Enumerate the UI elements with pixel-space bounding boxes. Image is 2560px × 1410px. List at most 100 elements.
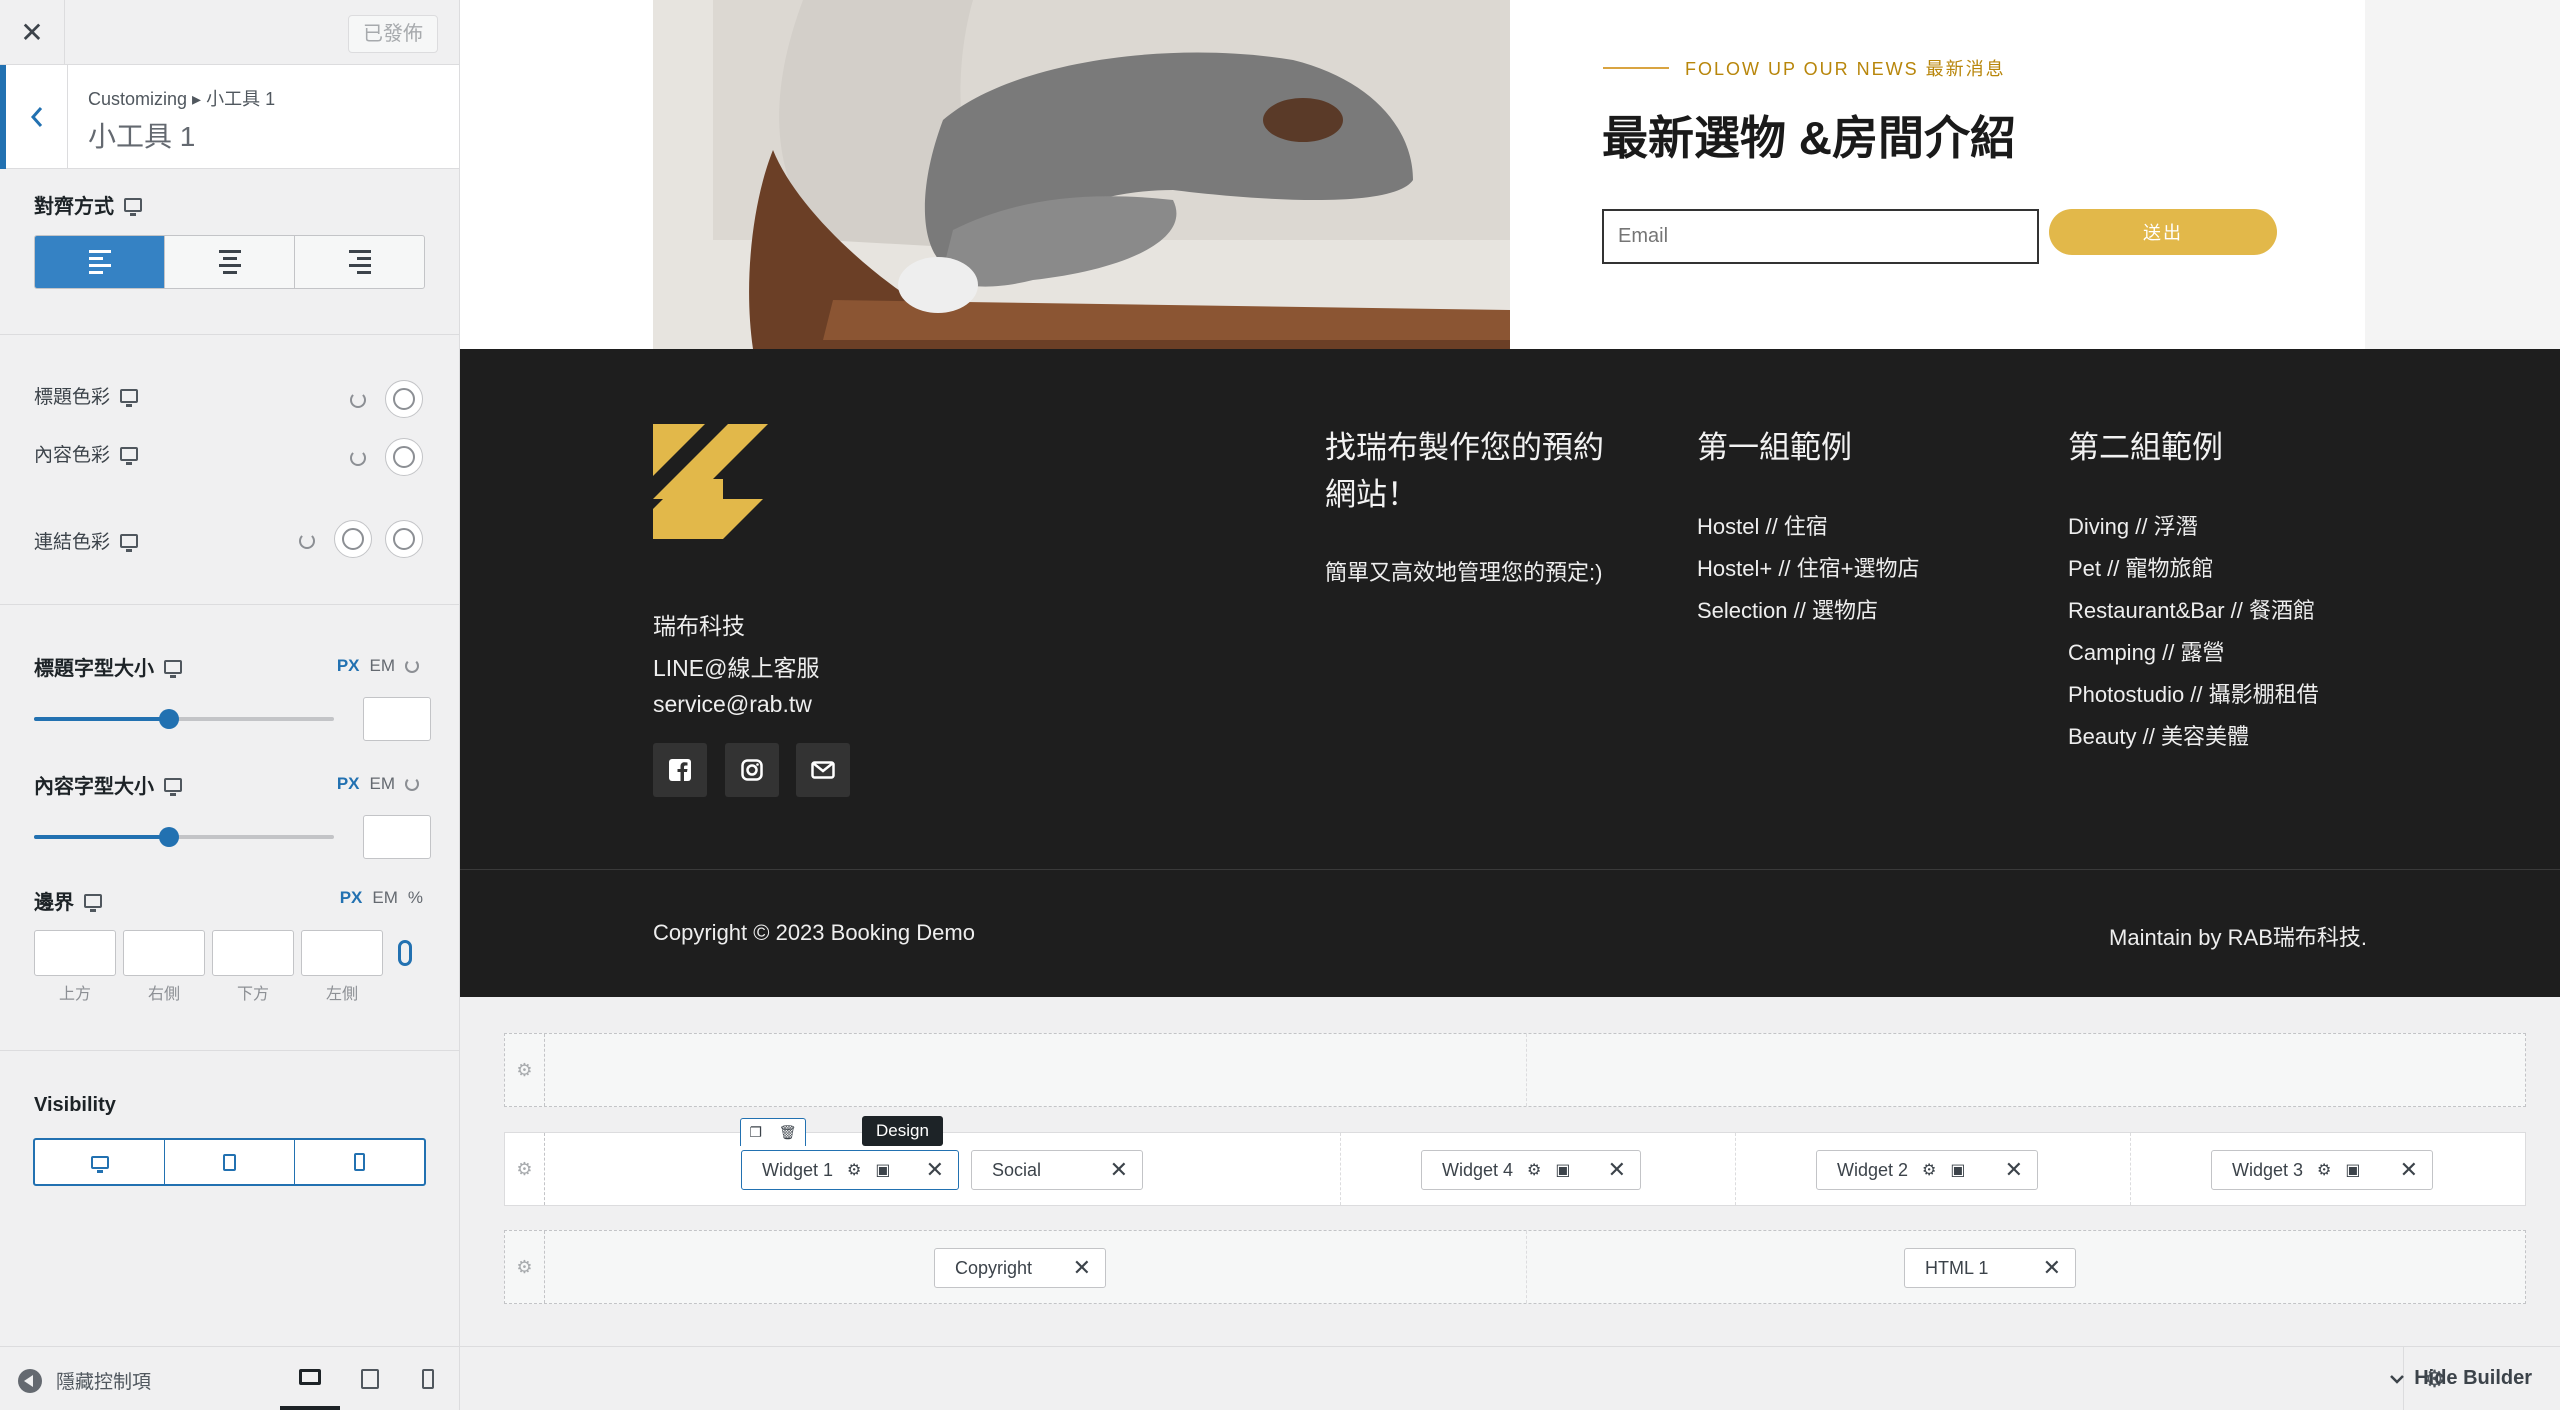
reset-icon[interactable] bbox=[405, 659, 419, 673]
preview-mobile-button[interactable] bbox=[398, 1347, 458, 1410]
copyright-chip[interactable]: Copyright ✕ bbox=[934, 1248, 1106, 1288]
desktop-icon[interactable] bbox=[164, 777, 182, 796]
social-chip[interactable]: Social ✕ bbox=[971, 1150, 1143, 1190]
collapse-icon bbox=[18, 1368, 42, 1393]
widget1-chip[interactable]: Widget 1 ⚙ ▣ ✕ bbox=[741, 1150, 959, 1190]
widget4-chip[interactable]: Widget 4 ⚙ ▣ ✕ bbox=[1421, 1150, 1641, 1190]
mail-button[interactable] bbox=[796, 743, 850, 797]
design-icon[interactable]: ▣ bbox=[1950, 1160, 1965, 1180]
content-font-size-slider[interactable] bbox=[34, 827, 334, 847]
chip-label: Widget 1 bbox=[762, 1159, 834, 1180]
unit-px[interactable]: PX bbox=[340, 888, 363, 908]
published-button[interactable]: 已發佈 bbox=[348, 15, 438, 53]
global-color-button[interactable] bbox=[385, 438, 423, 476]
facebook-button[interactable] bbox=[653, 743, 707, 797]
close-icon[interactable]: ✕ bbox=[0, 0, 65, 65]
preview-desktop-button[interactable] bbox=[280, 1347, 340, 1410]
builder-row-main[interactable]: ⚙ Widget 1 ⚙ ▣ ✕ Social ✕ Widget 4 ⚙ ▣ ✕… bbox=[504, 1132, 2526, 1206]
desktop-icon[interactable] bbox=[124, 197, 142, 216]
align-left-button[interactable] bbox=[35, 236, 165, 288]
gear-icon[interactable]: ⚙ bbox=[1527, 1160, 1541, 1180]
title-font-size-text: 標題字型大小 bbox=[34, 658, 154, 680]
design-icon[interactable]: ▣ bbox=[1555, 1160, 1570, 1180]
reset-icon[interactable] bbox=[350, 392, 366, 408]
design-icon[interactable]: ▣ bbox=[2345, 1160, 2360, 1180]
footer-link[interactable]: Selection // 選物店 bbox=[1697, 593, 1878, 625]
unit-em[interactable]: EM bbox=[370, 774, 396, 794]
footer-link[interactable]: Hostel // 住宿 bbox=[1697, 509, 1828, 541]
align-right-button[interactable] bbox=[295, 236, 424, 288]
widget3-chip[interactable]: Widget 3 ⚙ ▣ ✕ bbox=[2211, 1150, 2433, 1190]
visibility-mobile-toggle[interactable] bbox=[295, 1140, 424, 1184]
align-left-icon bbox=[88, 250, 111, 274]
reset-icon[interactable] bbox=[405, 777, 419, 791]
link-hover-color-button[interactable] bbox=[385, 520, 423, 558]
link-color-button[interactable] bbox=[334, 520, 372, 558]
reset-icon[interactable] bbox=[299, 533, 315, 549]
unit-px[interactable]: PX bbox=[337, 774, 360, 794]
desktop-icon[interactable] bbox=[164, 659, 182, 678]
slider-handle[interactable] bbox=[159, 827, 179, 847]
global-color-button[interactable] bbox=[385, 380, 423, 418]
design-icon[interactable]: ▣ bbox=[875, 1160, 890, 1180]
unit-em[interactable]: EM bbox=[370, 656, 396, 676]
margin-bottom-input[interactable] bbox=[212, 930, 294, 976]
footer-line[interactable]: LINE@線上客服 bbox=[653, 649, 819, 683]
desktop-icon[interactable] bbox=[120, 533, 139, 552]
instagram-button[interactable] bbox=[725, 743, 779, 797]
gear-icon[interactable]: ⚙ bbox=[505, 1133, 545, 1205]
visibility-tablet-toggle[interactable] bbox=[165, 1140, 295, 1184]
builder-row-bottom[interactable]: ⚙ Copyright ✕ HTML 1 ✕ bbox=[504, 1230, 2526, 1304]
footer-link[interactable]: Camping // 露營 bbox=[2068, 635, 2225, 667]
reset-icon[interactable] bbox=[350, 450, 366, 466]
trash-icon[interactable]: 🗑 bbox=[779, 1124, 797, 1141]
builder-row-top[interactable]: ⚙ bbox=[504, 1033, 2526, 1107]
unit-percent[interactable]: % bbox=[408, 888, 423, 908]
footer-link[interactable]: Pet // 寵物旅館 bbox=[2068, 551, 2213, 583]
mobile-icon bbox=[354, 1153, 365, 1171]
visibility-desktop-toggle[interactable] bbox=[35, 1140, 165, 1184]
html1-chip[interactable]: HTML 1 ✕ bbox=[1904, 1248, 2076, 1288]
widget2-chip[interactable]: Widget 2 ⚙ ▣ ✕ bbox=[1816, 1150, 2038, 1190]
gear-icon[interactable]: ⚙ bbox=[1922, 1160, 1936, 1180]
margin-left-input[interactable] bbox=[301, 930, 383, 976]
footer-link[interactable]: Diving // 浮潛 bbox=[2068, 509, 2198, 541]
gear-icon[interactable]: ⚙ bbox=[505, 1034, 545, 1106]
footer-col3-title: 第二組範例 bbox=[2068, 430, 2223, 465]
footer-link[interactable]: Hostel+ // 住宿+選物店 bbox=[1697, 551, 1920, 583]
gear-icon[interactable]: ⚙ bbox=[2317, 1160, 2331, 1180]
gear-icon[interactable]: ⚙ bbox=[505, 1231, 545, 1303]
close-icon[interactable]: ✕ bbox=[1073, 1255, 1091, 1281]
title-font-size-input[interactable] bbox=[363, 697, 431, 741]
margin-right-input[interactable] bbox=[123, 930, 205, 976]
footer-email[interactable]: service@rab.tw bbox=[653, 691, 812, 718]
close-icon[interactable]: ✕ bbox=[2005, 1157, 2023, 1183]
align-center-button[interactable] bbox=[165, 236, 295, 288]
hide-builder-button[interactable]: Hide Builder bbox=[2390, 1367, 2532, 1390]
link-values-icon[interactable] bbox=[398, 940, 412, 966]
duplicate-icon[interactable]: ❐ bbox=[749, 1124, 762, 1141]
content-font-size-input[interactable] bbox=[363, 815, 431, 859]
unit-px[interactable]: PX bbox=[337, 656, 360, 676]
footer-link[interactable]: Beauty // 美容美體 bbox=[2068, 719, 2249, 751]
close-icon[interactable]: ✕ bbox=[1608, 1157, 1626, 1183]
close-icon[interactable]: ✕ bbox=[2400, 1157, 2418, 1183]
back-button[interactable] bbox=[0, 65, 68, 169]
email-input[interactable] bbox=[1602, 209, 2039, 264]
margin-top-input[interactable] bbox=[34, 930, 116, 976]
preview-tablet-button[interactable] bbox=[340, 1347, 400, 1410]
close-icon[interactable]: ✕ bbox=[926, 1157, 944, 1183]
slider-handle[interactable] bbox=[159, 709, 179, 729]
gear-icon[interactable]: ⚙ bbox=[847, 1160, 861, 1180]
hide-controls-button[interactable]: 隱藏控制項 bbox=[18, 1367, 151, 1394]
desktop-icon[interactable] bbox=[84, 893, 102, 912]
title-font-size-slider[interactable] bbox=[34, 709, 334, 729]
desktop-icon[interactable] bbox=[120, 388, 139, 407]
unit-em[interactable]: EM bbox=[372, 888, 398, 908]
close-icon[interactable]: ✕ bbox=[1110, 1157, 1128, 1183]
footer-link[interactable]: Restaurant&Bar // 餐酒館 bbox=[2068, 593, 2315, 625]
footer-link[interactable]: Photostudio // 攝影棚租借 bbox=[2068, 677, 2319, 709]
close-icon[interactable]: ✕ bbox=[2043, 1255, 2061, 1281]
send-button[interactable]: 送出 bbox=[2049, 209, 2277, 255]
desktop-icon[interactable] bbox=[120, 446, 139, 465]
